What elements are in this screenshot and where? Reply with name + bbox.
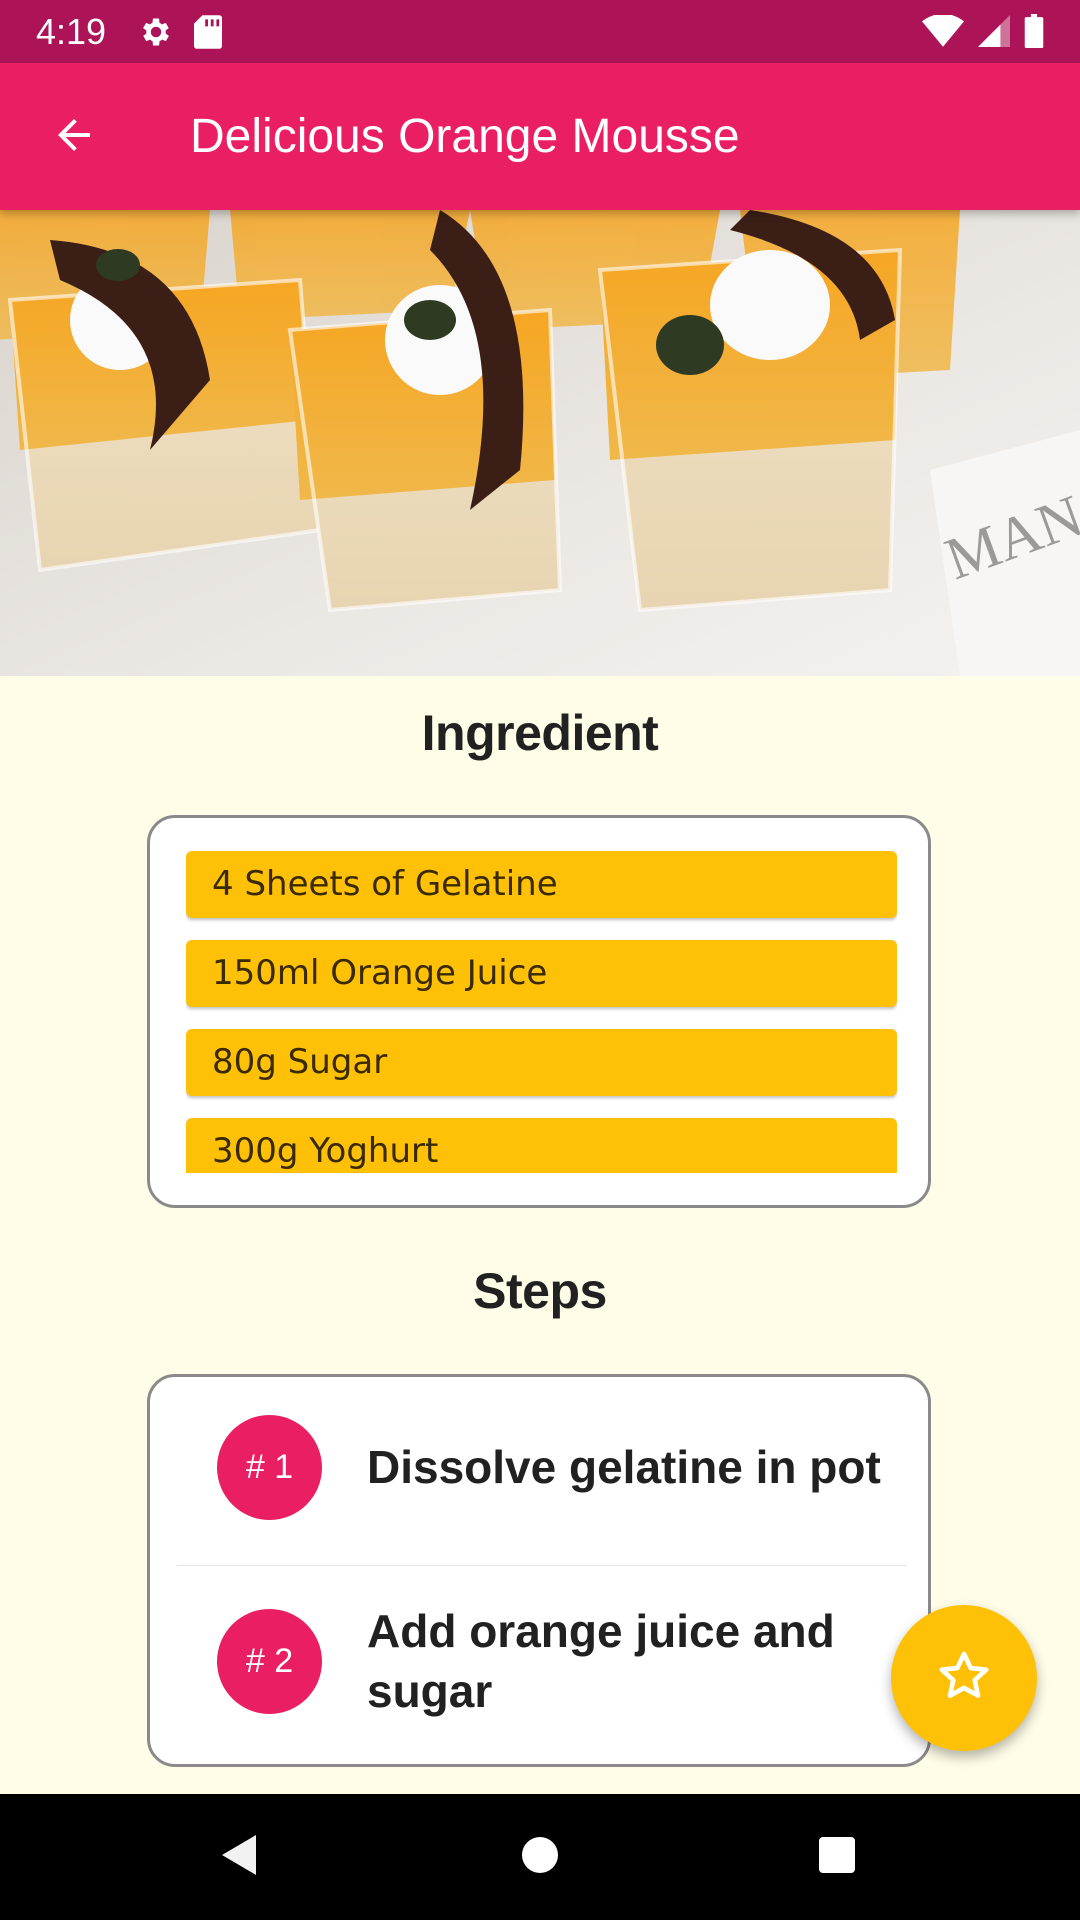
step-row[interactable]: # 2 Add orange juice and sugar	[150, 1565, 928, 1765]
ingredient-item: 300g Yoghurt	[186, 1118, 897, 1173]
status-bar: 4:19	[0, 0, 1080, 63]
star-outline-icon	[936, 1648, 992, 1709]
recipe-image: MANG	[0, 210, 1080, 676]
ingredient-list[interactable]: 4 Sheets of Gelatine 150ml Orange Juice …	[186, 851, 897, 1173]
step-number-badge: # 2	[217, 1609, 322, 1714]
navigation-bar	[0, 1794, 1080, 1920]
app-bar: Delicious Orange Mousse	[0, 63, 1080, 210]
steps-card: # 1 Dissolve gelatine in pot # 2 Add ora…	[147, 1374, 931, 1767]
sd-card-icon	[194, 15, 222, 54]
nav-back-button[interactable]	[198, 1824, 278, 1890]
wifi-icon	[922, 13, 964, 52]
back-triangle-icon	[216, 1831, 260, 1884]
battery-icon	[1024, 14, 1044, 53]
signal-icon	[978, 15, 1010, 52]
back-button[interactable]	[32, 103, 116, 171]
steps-heading: Steps	[473, 1263, 607, 1319]
step-text: Add orange juice and sugar	[367, 1605, 835, 1717]
home-circle-icon	[520, 1835, 560, 1880]
favorite-button[interactable]	[891, 1605, 1037, 1751]
step-number-badge: # 1	[217, 1415, 322, 1520]
nav-home-button[interactable]	[500, 1824, 580, 1890]
ingredient-item: 150ml Orange Juice	[186, 940, 897, 1007]
status-time: 4:19	[36, 11, 107, 52]
recents-square-icon	[817, 1835, 857, 1880]
settings-icon	[138, 14, 174, 55]
ingredient-item: 4 Sheets of Gelatine	[186, 851, 897, 918]
nav-recents-button[interactable]	[797, 1824, 877, 1890]
page-title: Delicious Orange Mousse	[190, 110, 740, 163]
ingredient-heading: Ingredient	[421, 705, 659, 761]
step-row[interactable]: # 1 Dissolve gelatine in pot	[177, 1377, 907, 1566]
recipe-screen: 4:19 Delicious Orange Mousse MANG Ingred…	[0, 0, 1080, 1920]
ingredient-card: 4 Sheets of Gelatine 150ml Orange Juice …	[147, 815, 931, 1208]
ingredient-item: 80g Sugar	[186, 1029, 897, 1096]
arrow-back-icon	[50, 111, 98, 164]
step-text: Dissolve gelatine in pot	[367, 1441, 881, 1493]
